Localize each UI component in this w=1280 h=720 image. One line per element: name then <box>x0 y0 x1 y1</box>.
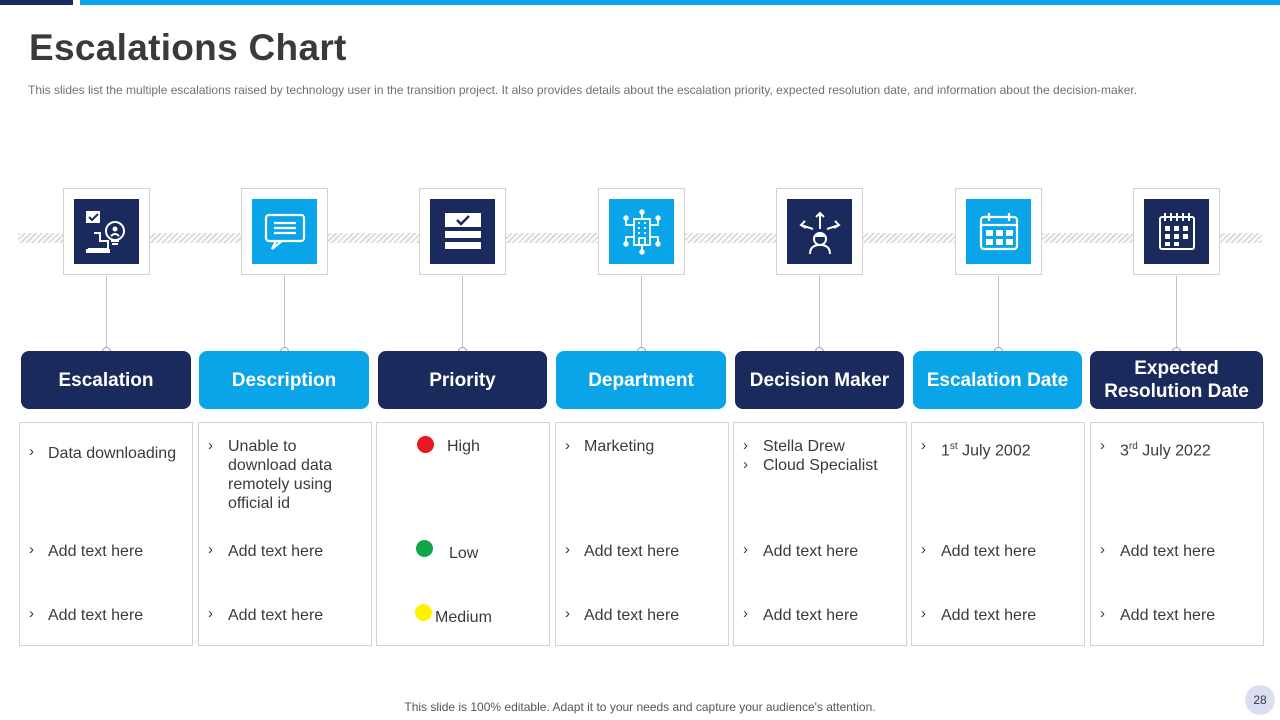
escalation-date-icon-box <box>955 188 1042 275</box>
bullet-chevron: › <box>565 437 570 454</box>
expected-resolution-date-icon-box <box>1133 188 1220 275</box>
list-item: Unable to download data remotely using o… <box>228 438 333 512</box>
bullet-chevron: › <box>29 541 34 558</box>
escalation-person-icon <box>74 199 139 264</box>
column-header-priority: Priority <box>378 351 547 409</box>
list-item: Marketing <box>584 438 655 455</box>
list-item: Add text here <box>228 543 324 560</box>
column-header-department: Department <box>556 351 726 409</box>
message-screen-icon <box>252 199 317 264</box>
connector-line <box>106 276 107 351</box>
list-item: Add text here <box>48 607 144 624</box>
list-item: Add text here <box>941 607 1037 624</box>
bullet-chevron: › <box>743 541 748 558</box>
spiral-calendar-icon <box>1144 199 1209 264</box>
column-header-escalation: Escalation <box>21 351 191 409</box>
page-title: Escalations Chart <box>29 27 347 68</box>
footer-note: This slide is 100% editable. Adapt it to… <box>404 700 876 714</box>
low-priority-dot <box>416 540 433 557</box>
bullet-chevron: › <box>29 605 34 622</box>
page-number-badge: 28 <box>1245 685 1275 715</box>
medium-priority-dot <box>415 604 432 621</box>
list-item: Add text here <box>584 543 680 560</box>
priority-medium-label: Medium <box>435 609 492 626</box>
column-header-expected-resolution-date: Expected Resolution Date <box>1090 351 1263 409</box>
list-item: Add text here <box>1120 543 1216 560</box>
priority-card: High Low Medium <box>376 422 550 646</box>
bullet-chevron: › <box>565 605 570 622</box>
list-item: Add text here <box>941 543 1037 560</box>
list-item: Add text here <box>48 543 144 560</box>
expected-resolution-date-value: 3rd July 2022 <box>1120 441 1211 460</box>
connector-line <box>462 276 463 351</box>
expected-resolution-date-card: › 3rd July 2022 › Add text here › Add te… <box>1090 422 1264 646</box>
priority-high-label: High <box>447 438 480 455</box>
building-network-icon <box>609 199 674 264</box>
list-item: Data downloading <box>48 445 177 462</box>
bullet-chevron: › <box>921 605 926 622</box>
checklist-icon <box>430 199 495 264</box>
department-icon-box <box>598 188 685 275</box>
page-subtitle: This slides list the multiple escalation… <box>28 83 1138 97</box>
bullet-chevron: › <box>208 437 213 454</box>
department-card: › Marketing › Add text here › Add text h… <box>555 422 729 646</box>
list-item: Add text here <box>763 607 859 624</box>
escalation-date-value: 1st July 2002 <box>941 441 1031 460</box>
priority-icon-box <box>419 188 506 275</box>
connector-line <box>819 276 820 351</box>
priority-low-label: Low <box>449 545 479 562</box>
column-header-decision-maker: Decision Maker <box>735 351 904 409</box>
list-item: Add text here <box>228 607 324 624</box>
bullet-chevron: › <box>1100 437 1105 454</box>
list-item: Add text here <box>584 607 680 624</box>
bullet-chevron: › <box>743 456 748 473</box>
calendar-icon <box>966 199 1031 264</box>
escalation-card: › Data downloading › Add text here › Add… <box>19 422 193 646</box>
description-icon-box <box>241 188 328 275</box>
top-accent-bar-dark <box>0 0 73 5</box>
bullet-chevron: › <box>743 605 748 622</box>
bullet-chevron: › <box>743 437 748 454</box>
decision-maker-card: › Stella Drew › Cloud Specialist › Add t… <box>733 422 907 646</box>
bullet-chevron: › <box>208 541 213 558</box>
connector-line <box>998 276 999 351</box>
list-item: Stella Drew <box>763 438 845 455</box>
escalation-date-card: › 1st July 2002 › Add text here › Add te… <box>911 422 1085 646</box>
bullet-chevron: › <box>1100 605 1105 622</box>
high-priority-dot <box>417 436 434 453</box>
bullet-chevron: › <box>565 541 570 558</box>
bullet-chevron: › <box>29 443 34 460</box>
column-header-description: Description <box>199 351 369 409</box>
bullet-chevron: › <box>1100 541 1105 558</box>
bullet-chevron: › <box>921 437 926 454</box>
connector-line <box>1176 276 1177 351</box>
column-header-escalation-date: Escalation Date <box>913 351 1082 409</box>
decision-arrows-person-icon <box>787 199 852 264</box>
description-card: › Unable to download data remotely using… <box>198 422 372 646</box>
list-item: Add text here <box>763 543 859 560</box>
bullet-chevron: › <box>208 605 213 622</box>
list-item: Cloud Specialist <box>763 457 878 474</box>
top-accent-bar-light <box>80 0 1280 5</box>
escalation-icon-box <box>63 188 150 275</box>
connector-line <box>284 276 285 351</box>
decision-maker-icon-box <box>776 188 863 275</box>
list-item: Add text here <box>1120 607 1216 624</box>
connector-line <box>641 276 642 351</box>
bullet-chevron: › <box>921 541 926 558</box>
